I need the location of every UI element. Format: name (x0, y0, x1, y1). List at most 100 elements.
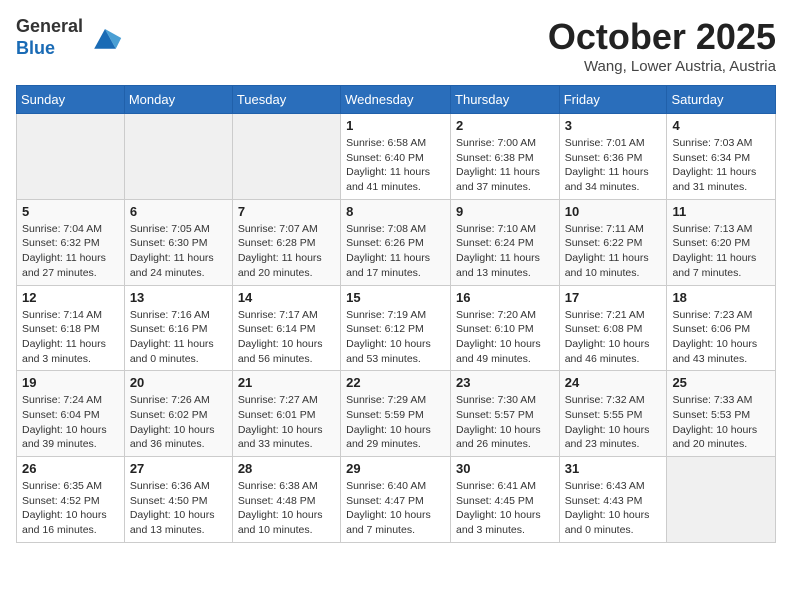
day-number: 24 (565, 375, 662, 390)
calendar-cell: 21 Sunrise: 7:27 AM Sunset: 6:01 PM Dayli… (232, 371, 340, 457)
day-number: 18 (672, 290, 770, 305)
day-number: 14 (238, 290, 335, 305)
calendar-table: SundayMondayTuesdayWednesdayThursdayFrid… (16, 85, 776, 543)
day-number: 13 (130, 290, 227, 305)
day-info: Sunrise: 7:03 AM Sunset: 6:34 PM Dayligh… (672, 136, 770, 195)
day-info: Sunrise: 7:19 AM Sunset: 6:12 PM Dayligh… (346, 308, 445, 367)
day-info: Sunrise: 7:14 AM Sunset: 6:18 PM Dayligh… (22, 308, 119, 367)
calendar-cell: 30Sunrise: 6:41 AM Sunset: 4:45 PM Dayli… (451, 457, 560, 543)
calendar-cell: 26 Sunrise: 6:35 AM Sunset: 4:52 PM Dayli… (17, 457, 125, 543)
calendar-week-4: 19 Sunrise: 7:24 AM Sunset: 6:04 PM Dayli… (17, 371, 776, 457)
day-number: 7 (238, 204, 335, 219)
day-info: Sunrise: 7:24 AM Sunset: 6:04 PM Dayligh… (22, 393, 119, 452)
day-info: Sunrise: 7:13 AM Sunset: 6:20 PM Dayligh… (672, 222, 770, 281)
calendar-week-3: 12 Sunrise: 7:14 AM Sunset: 6:18 PM Dayli… (17, 285, 776, 371)
day-info: Sunrise: 7:10 AM Sunset: 6:24 PM Dayligh… (456, 222, 554, 281)
calendar-cell: 25 Sunrise: 7:33 AM Sunset: 5:53 PM Dayli… (667, 371, 776, 457)
weekday-header-tuesday: Tuesday (232, 86, 340, 114)
day-number: 26 (22, 461, 119, 476)
calendar-cell (17, 114, 125, 200)
day-number: 4 (672, 118, 770, 133)
calendar-cell: 15 Sunrise: 7:19 AM Sunset: 6:12 PM Dayli… (341, 285, 451, 371)
day-info: Sunrise: 6:38 AM Sunset: 4:48 PM Dayligh… (238, 479, 335, 538)
calendar-cell: 9 Sunrise: 7:10 AM Sunset: 6:24 PM Daylig… (451, 199, 560, 285)
calendar-cell: 7Sunrise: 7:07 AM Sunset: 6:28 PM Daylig… (232, 199, 340, 285)
calendar-cell: 6 Sunrise: 7:05 AM Sunset: 6:30 PM Daylig… (124, 199, 232, 285)
day-info: Sunrise: 7:32 AM Sunset: 5:55 PM Dayligh… (565, 393, 662, 452)
day-number: 6 (130, 204, 227, 219)
day-info: Sunrise: 7:30 AM Sunset: 5:57 PM Dayligh… (456, 393, 554, 452)
day-info: Sunrise: 7:16 AM Sunset: 6:16 PM Dayligh… (130, 308, 227, 367)
day-info: Sunrise: 7:20 AM Sunset: 6:10 PM Dayligh… (456, 308, 554, 367)
calendar-cell (232, 114, 340, 200)
day-number: 1 (346, 118, 445, 133)
calendar-cell: 23 Sunrise: 7:30 AM Sunset: 5:57 PM Dayli… (451, 371, 560, 457)
day-info: Sunrise: 7:26 AM Sunset: 6:02 PM Dayligh… (130, 393, 227, 452)
calendar-cell: 22Sunrise: 7:29 AM Sunset: 5:59 PM Dayli… (341, 371, 451, 457)
calendar-week-5: 26 Sunrise: 6:35 AM Sunset: 4:52 PM Dayli… (17, 457, 776, 543)
day-number: 19 (22, 375, 119, 390)
day-info: Sunrise: 7:27 AM Sunset: 6:01 PM Dayligh… (238, 393, 335, 452)
calendar-cell: 28 Sunrise: 6:38 AM Sunset: 4:48 PM Dayli… (232, 457, 340, 543)
day-info: Sunrise: 6:40 AM Sunset: 4:47 PM Dayligh… (346, 479, 445, 538)
day-number: 20 (130, 375, 227, 390)
day-number: 27 (130, 461, 227, 476)
day-info: Sunrise: 6:43 AM Sunset: 4:43 PM Dayligh… (565, 479, 662, 538)
day-info: Sunrise: 7:05 AM Sunset: 6:30 PM Dayligh… (130, 222, 227, 281)
calendar-cell: 17 Sunrise: 7:21 AM Sunset: 6:08 PM Dayli… (559, 285, 667, 371)
day-number: 12 (22, 290, 119, 305)
calendar-cell: 14 Sunrise: 7:17 AM Sunset: 6:14 PM Dayli… (232, 285, 340, 371)
page-header: General Blue October 2025 Wang, Lower Au… (16, 16, 776, 75)
calendar-cell: 18 Sunrise: 7:23 AM Sunset: 6:06 PM Dayli… (667, 285, 776, 371)
day-number: 22 (346, 375, 445, 390)
title-block: October 2025 Wang, Lower Austria, Austri… (548, 16, 776, 75)
day-number: 21 (238, 375, 335, 390)
calendar-cell: 12 Sunrise: 7:14 AM Sunset: 6:18 PM Dayli… (17, 285, 125, 371)
calendar-cell: 10Sunrise: 7:11 AM Sunset: 6:22 PM Dayli… (559, 199, 667, 285)
day-number: 17 (565, 290, 662, 305)
day-info: Sunrise: 7:21 AM Sunset: 6:08 PM Dayligh… (565, 308, 662, 367)
calendar-cell: 20 Sunrise: 7:26 AM Sunset: 6:02 PM Dayli… (124, 371, 232, 457)
day-info: Sunrise: 6:58 AM Sunset: 6:40 PM Dayligh… (346, 136, 445, 195)
weekday-header-monday: Monday (124, 86, 232, 114)
day-info: Sunrise: 7:04 AM Sunset: 6:32 PM Dayligh… (22, 222, 119, 281)
day-number: 11 (672, 204, 770, 219)
day-info: Sunrise: 7:01 AM Sunset: 6:36 PM Dayligh… (565, 136, 662, 195)
day-number: 3 (565, 118, 662, 133)
day-info: Sunrise: 7:33 AM Sunset: 5:53 PM Dayligh… (672, 393, 770, 452)
day-info: Sunrise: 7:17 AM Sunset: 6:14 PM Dayligh… (238, 308, 335, 367)
day-number: 9 (456, 204, 554, 219)
day-number: 15 (346, 290, 445, 305)
calendar-cell: 1 Sunrise: 6:58 AM Sunset: 6:40 PM Daylig… (341, 114, 451, 200)
weekday-header-thursday: Thursday (451, 86, 560, 114)
day-number: 5 (22, 204, 119, 219)
calendar-cell: 5 Sunrise: 7:04 AM Sunset: 6:32 PM Daylig… (17, 199, 125, 285)
day-number: 28 (238, 461, 335, 476)
calendar-cell: 4 Sunrise: 7:03 AM Sunset: 6:34 PM Daylig… (667, 114, 776, 200)
day-info: Sunrise: 6:36 AM Sunset: 4:50 PM Dayligh… (130, 479, 227, 538)
calendar-week-1: 1 Sunrise: 6:58 AM Sunset: 6:40 PM Daylig… (17, 114, 776, 200)
day-number: 10 (565, 204, 662, 219)
calendar-cell: 24 Sunrise: 7:32 AM Sunset: 5:55 PM Dayli… (559, 371, 667, 457)
calendar-week-2: 5 Sunrise: 7:04 AM Sunset: 6:32 PM Daylig… (17, 199, 776, 285)
day-info: Sunrise: 6:35 AM Sunset: 4:52 PM Dayligh… (22, 479, 119, 538)
day-number: 23 (456, 375, 554, 390)
weekday-header-saturday: Saturday (667, 86, 776, 114)
logo-blue: Blue (16, 38, 55, 58)
month-title: October 2025 (548, 16, 776, 58)
weekday-header-wednesday: Wednesday (341, 86, 451, 114)
calendar-cell: 11 Sunrise: 7:13 AM Sunset: 6:20 PM Dayli… (667, 199, 776, 285)
day-info: Sunrise: 7:23 AM Sunset: 6:06 PM Dayligh… (672, 308, 770, 367)
weekday-header-row: SundayMondayTuesdayWednesdayThursdayFrid… (17, 86, 776, 114)
logo: General Blue (16, 16, 123, 59)
day-number: 8 (346, 204, 445, 219)
day-number: 16 (456, 290, 554, 305)
calendar-cell (667, 457, 776, 543)
day-number: 30 (456, 461, 554, 476)
calendar-cell: 31 Sunrise: 6:43 AM Sunset: 4:43 PM Dayli… (559, 457, 667, 543)
calendar-cell: 3 Sunrise: 7:01 AM Sunset: 6:36 PM Daylig… (559, 114, 667, 200)
day-number: 25 (672, 375, 770, 390)
day-number: 31 (565, 461, 662, 476)
logo-icon (87, 20, 123, 56)
location: Wang, Lower Austria, Austria (548, 58, 776, 75)
